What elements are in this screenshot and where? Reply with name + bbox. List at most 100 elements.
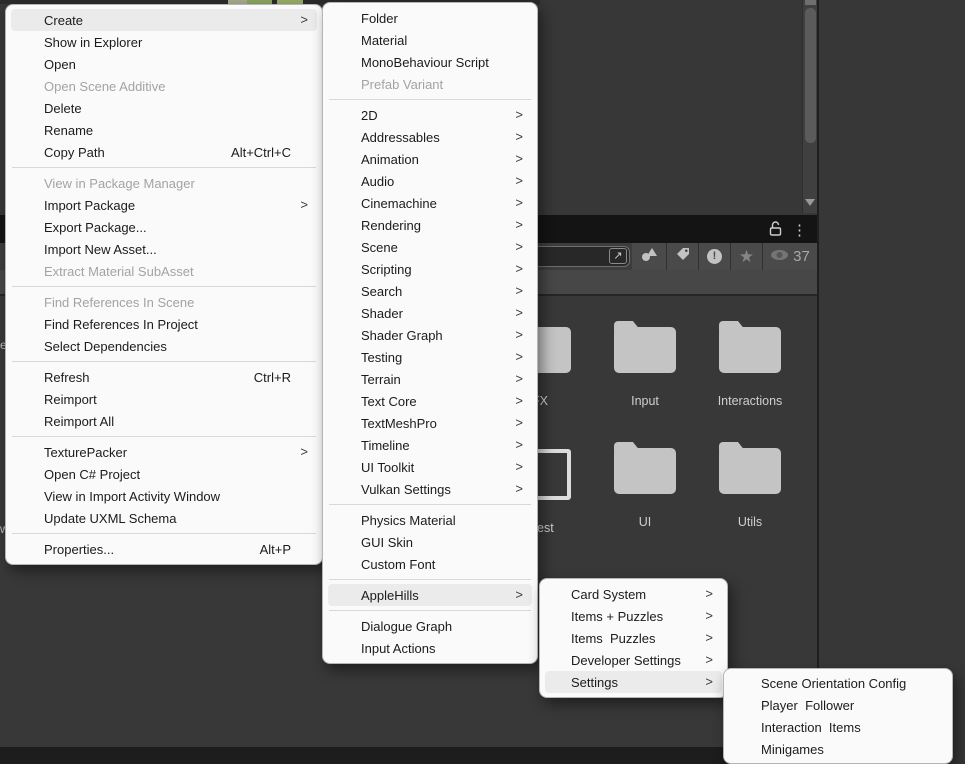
menu-item[interactable]: Update UXML Schema [11,507,317,529]
menu-item[interactable]: Open [11,53,317,75]
menu-item[interactable]: UI Toolkit> [328,456,532,478]
menu-item[interactable]: Input Actions [328,637,532,659]
menu-item[interactable]: Shader > [328,302,532,324]
filter-by-type-icon [641,247,658,267]
menu-item[interactable]: Settings> [545,671,722,693]
menu-item[interactable]: Audio> [328,170,532,192]
filter-by-type-button[interactable] [632,243,666,270]
menu-item[interactable]: Shader Graph> [328,324,532,346]
menu-item[interactable]: Rendering> [328,214,532,236]
menu-item[interactable]: Delete [11,97,317,119]
menu-item[interactable]: Folder [328,7,532,29]
scrollbar-up-button[interactable] [805,0,816,5]
menu-item-label: Reimport [44,392,97,407]
menu-item[interactable]: Interaction Items [729,716,947,738]
menu-item[interactable]: Import New Asset... [11,238,317,260]
menu-item[interactable]: Create> [11,9,317,31]
visibility-toggle[interactable]: 37 [762,243,817,270]
menu-item[interactable]: Search> [328,280,532,302]
picker-icon[interactable]: ↗ [609,248,627,264]
menu-item[interactable]: Export Package... [11,216,317,238]
submenu-arrow-icon: > [515,371,523,386]
kebab-menu-icon[interactable]: ⋮ [792,222,807,240]
menu-item-label: AppleHills [361,588,419,603]
project-folder-utils[interactable]: Utils [700,442,800,529]
menu-item[interactable]: MonoBehaviour Script [328,51,532,73]
menu-item[interactable]: Scene> [328,236,532,258]
menu-item[interactable]: TexturePacker> [11,441,317,463]
menu-item-label: Shader [361,306,403,321]
menu-item[interactable]: Material [328,29,532,51]
menu-item-label: Import Package [44,198,135,213]
menu-item-label: Show in Explorer [44,35,142,50]
menu-item[interactable]: Reimport [11,388,317,410]
menu-item[interactable]: Dialogue Graph [328,615,532,637]
menu-item[interactable]: RefreshCtrl+R [11,366,317,388]
menu-item[interactable]: Rename [11,119,317,141]
menu-item[interactable]: Card System> [545,583,722,605]
submenu-arrow-icon: > [300,444,308,459]
vertical-scrollbar[interactable] [802,0,817,213]
menu-item-label: Find References In Project [44,317,198,332]
menu-item-label: Refresh [44,370,90,385]
submenu-arrow-icon: > [515,459,523,474]
menu-item-label: GUI Skin [361,535,413,550]
submenu-arrow-icon: > [300,197,308,212]
menu-item[interactable]: Custom Font [328,553,532,575]
submenu-arrow-icon: > [515,305,523,320]
menu-item[interactable]: Timeline> [328,434,532,456]
warnings-button[interactable]: ! [698,243,730,270]
menu-item[interactable]: Player Follower [729,694,947,716]
menu-item[interactable]: Physics Material [328,509,532,531]
menu-item[interactable]: TextMeshPro> [328,412,532,434]
menu-item[interactable]: Reimport All [11,410,317,432]
unlock-icon[interactable] [769,220,782,241]
menu-item[interactable]: GUI Skin [328,531,532,553]
menu-item[interactable]: Scripting> [328,258,532,280]
menu-item-label: Scripting [361,262,412,277]
menu-item[interactable]: Find References In Project [11,313,317,335]
submenu-arrow-icon: > [705,674,713,689]
menu-item[interactable]: Properties...Alt+P [11,538,317,560]
menu-item: View in Package Manager [11,172,317,194]
menu-item[interactable]: Copy PathAlt+Ctrl+C [11,141,317,163]
menu-item[interactable]: Cinemachine> [328,192,532,214]
menu-item[interactable]: Terrain> [328,368,532,390]
project-folder-ui[interactable]: UI [595,442,695,529]
favorites-button[interactable]: ★ [730,243,762,270]
scrollbar-down-arrow-icon[interactable] [805,199,815,206]
menu-item[interactable]: Testing> [328,346,532,368]
menu-item[interactable]: Minigames [729,738,947,760]
menu-item[interactable]: Vulkan Settings> [328,478,532,500]
menu-separator [12,533,316,534]
menu-separator [12,436,316,437]
menu-item[interactable]: Animation> [328,148,532,170]
menu-item[interactable]: Open C# Project [11,463,317,485]
menu-item[interactable]: Import Package > [11,194,317,216]
submenu-arrow-icon: > [515,415,523,430]
project-folder-interactions[interactable]: Interactions [700,321,800,408]
scrollbar-thumb[interactable] [805,8,816,143]
menu-item[interactable]: Scene Orientation Config [729,672,947,694]
menu-item[interactable]: Developer Settings> [545,649,722,671]
menu-item-label: Open Scene Additive [44,79,165,94]
menu-item[interactable]: View in Import Activity Window [11,485,317,507]
menu-item-label: 2D [361,108,378,123]
project-folder-input[interactable]: Input [595,321,695,408]
menu-item[interactable]: Items + Puzzles> [545,605,722,627]
menu-item[interactable]: AppleHills> [328,584,532,606]
submenu-arrow-icon: > [705,608,713,623]
menu-item[interactable]: Addressables> [328,126,532,148]
settings-submenu: Scene Orientation ConfigPlayer FollowerI… [723,668,953,764]
menu-separator [12,286,316,287]
menu-item[interactable]: Show in Explorer [11,31,317,53]
menu-item[interactable]: 2D> [328,104,532,126]
menu-item-label: Timeline [361,438,410,453]
menu-item-label: Physics Material [361,513,456,528]
menu-item[interactable]: Text Core> [328,390,532,412]
menu-item[interactable]: Select Dependencies [11,335,317,357]
asset-label: est [537,521,554,535]
filter-by-label-button[interactable] [666,243,698,270]
menu-item[interactable]: Items Puzzles> [545,627,722,649]
submenu-arrow-icon: > [515,217,523,232]
